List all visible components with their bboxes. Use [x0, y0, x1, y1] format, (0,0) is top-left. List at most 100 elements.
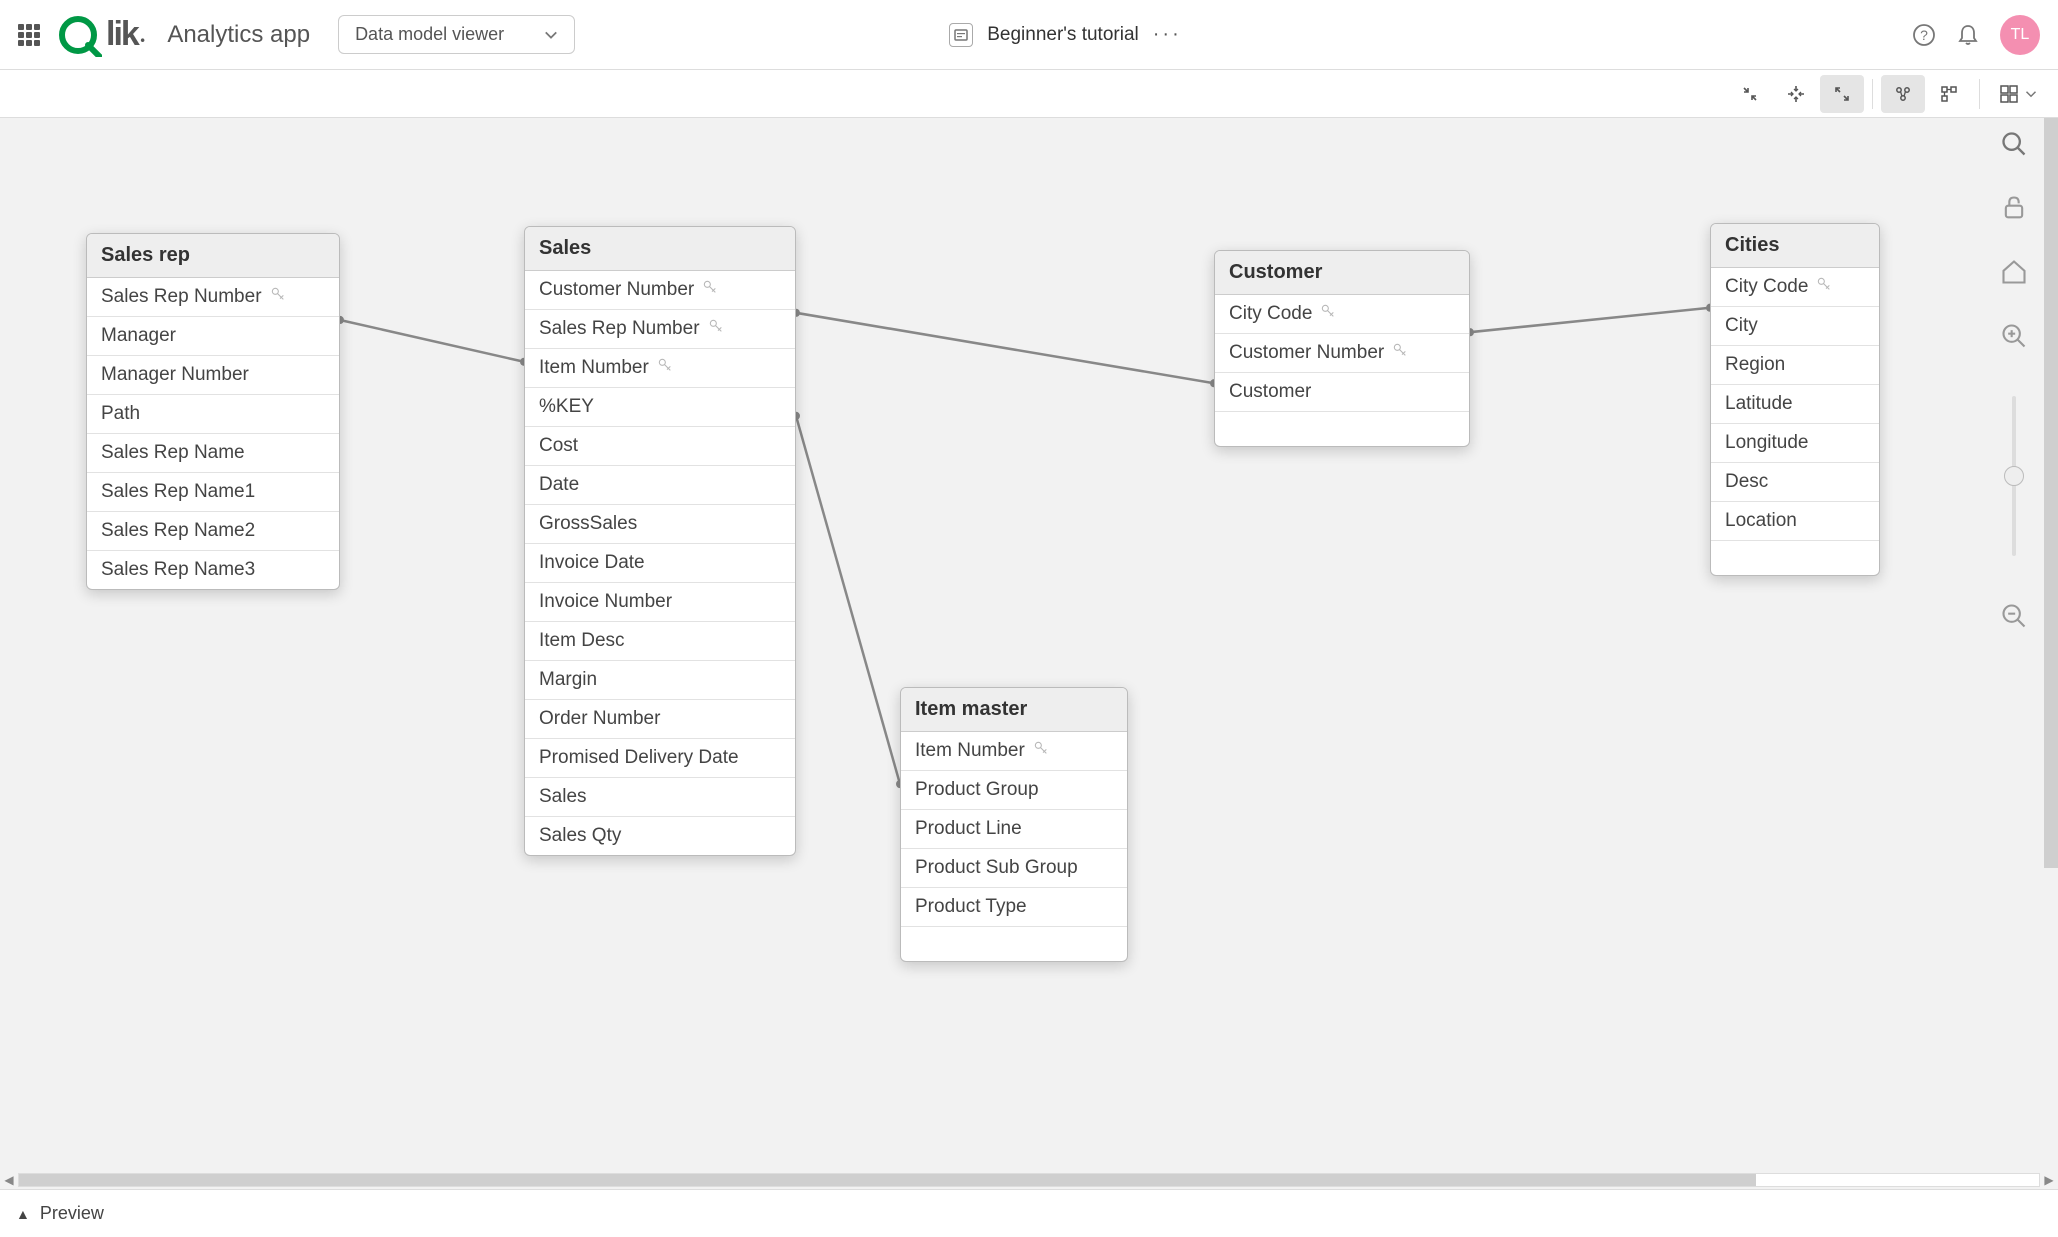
scroll-left-arrow[interactable]: ◀	[0, 1173, 18, 1187]
source-view-button[interactable]	[1927, 75, 1971, 113]
view-toolbar	[0, 70, 2058, 118]
association-edge[interactable]	[340, 320, 524, 362]
field-label: Sales Qty	[539, 825, 621, 847]
table-field[interactable]: Promised Delivery Date	[525, 739, 795, 778]
table-field[interactable]: Product Line	[901, 810, 1127, 849]
table-field[interactable]: City	[1711, 307, 1879, 346]
table-header[interactable]: Cities	[1711, 224, 1879, 268]
table-field[interactable]: Product Type	[901, 888, 1127, 927]
field-label: Cost	[539, 435, 578, 457]
search-icon[interactable]	[2000, 130, 2028, 158]
table-field[interactable]: Manager Number	[87, 356, 339, 395]
field-label: Region	[1725, 354, 1785, 376]
table-header[interactable]: Customer	[1215, 251, 1469, 295]
field-label: Date	[539, 474, 579, 496]
table-field[interactable]: Product Sub Group	[901, 849, 1127, 888]
table-sales-rep[interactable]: Sales repSales Rep Number Manager Manager …	[86, 233, 340, 590]
preview-toggle[interactable]: ▲ Preview	[0, 1189, 2058, 1237]
data-model-canvas[interactable]: Sales repSales Rep NumberManagerManager …	[0, 118, 2058, 1189]
key-icon	[708, 318, 724, 340]
table-field[interactable]: Sales	[525, 778, 795, 817]
sheet-icon[interactable]	[949, 23, 973, 47]
table-header[interactable]: Item master	[901, 688, 1127, 732]
table-field[interactable]: Date	[525, 466, 795, 505]
more-menu-icon[interactable]: ···	[1153, 23, 1182, 46]
table-field[interactable]: Manager	[87, 317, 339, 356]
field-spacer	[1215, 412, 1469, 446]
preview-label: Preview	[40, 1203, 104, 1224]
zoom-in-icon[interactable]	[2000, 322, 2028, 350]
table-field[interactable]: City Code	[1711, 268, 1879, 307]
field-label: Order Number	[539, 708, 660, 730]
home-icon[interactable]	[2000, 258, 2028, 286]
table-field[interactable]: Sales Qty	[525, 817, 795, 855]
table-field[interactable]: Invoice Number	[525, 583, 795, 622]
top-header: lik . Analytics app Data model viewer Be…	[0, 0, 2058, 70]
lock-layout-icon[interactable]	[2000, 194, 2028, 222]
table-field[interactable]: Item Desc	[525, 622, 795, 661]
key-icon	[1033, 740, 1049, 762]
table-field[interactable]: Longitude	[1711, 424, 1879, 463]
field-label: Manager	[101, 325, 176, 347]
table-header[interactable]: Sales rep	[87, 234, 339, 278]
zoom-slider[interactable]	[2012, 396, 2016, 556]
table-field[interactable]: Latitude	[1711, 385, 1879, 424]
bell-icon[interactable]	[1956, 23, 1980, 47]
table-field[interactable]: Sales Rep Name1	[87, 473, 339, 512]
table-field[interactable]: Sales Rep Name	[87, 434, 339, 473]
table-field[interactable]: Customer Number	[525, 271, 795, 310]
table-field[interactable]: Sales Rep Name2	[87, 512, 339, 551]
table-field[interactable]: Customer	[1215, 373, 1469, 412]
app-launcher-icon[interactable]	[18, 24, 40, 46]
table-field[interactable]: Order Number	[525, 700, 795, 739]
qlik-logo[interactable]: lik .	[58, 13, 143, 57]
zoom-slider-thumb[interactable]	[2004, 466, 2024, 486]
table-field[interactable]: Invoice Date	[525, 544, 795, 583]
expand-all-button[interactable]	[1820, 75, 1864, 113]
association-edge[interactable]	[796, 313, 1214, 383]
table-field[interactable]: Customer Number	[1215, 334, 1469, 373]
association-edge[interactable]	[796, 416, 900, 784]
table-field[interactable]: Margin	[525, 661, 795, 700]
table-field[interactable]: Item Number	[525, 349, 795, 388]
table-field[interactable]: Path	[87, 395, 339, 434]
table-field[interactable]: Cost	[525, 427, 795, 466]
key-icon	[1320, 303, 1336, 325]
vertical-scrollbar[interactable]	[2044, 118, 2058, 1189]
zoom-out-icon[interactable]	[2000, 602, 2028, 630]
table-field[interactable]: GrossSales	[525, 505, 795, 544]
field-label: Margin	[539, 669, 597, 691]
field-label: Desc	[1725, 471, 1768, 493]
table-field[interactable]: Sales Rep Number	[87, 278, 339, 317]
table-item-master[interactable]: Item masterItem NumberProduct GroupProdu…	[900, 687, 1128, 962]
field-label: Latitude	[1725, 393, 1793, 415]
table-field[interactable]: City Code	[1215, 295, 1469, 334]
field-spacer	[1711, 541, 1879, 575]
layout-menu-button[interactable]	[1988, 75, 2048, 113]
user-avatar[interactable]: TL	[2000, 15, 2040, 55]
view-selector-dropdown[interactable]: Data model viewer	[338, 15, 575, 54]
horizontal-scrollbar[interactable]: ◀ ▶	[0, 1171, 2058, 1189]
table-field[interactable]: %KEY	[525, 388, 795, 427]
field-label: Invoice Date	[539, 552, 645, 574]
table-field[interactable]: Sales Rep Number	[525, 310, 795, 349]
table-header[interactable]: Sales	[525, 227, 795, 271]
table-field[interactable]: Sales Rep Name3	[87, 551, 339, 589]
field-label: Sales Rep Name1	[101, 481, 255, 503]
table-field[interactable]: Product Group	[901, 771, 1127, 810]
table-field[interactable]: Location	[1711, 502, 1879, 541]
table-field[interactable]: Desc	[1711, 463, 1879, 502]
help-icon[interactable]: ?	[1912, 23, 1936, 47]
association-edge[interactable]	[1470, 308, 1710, 332]
table-sales[interactable]: SalesCustomer NumberSales Rep NumberItem…	[524, 226, 796, 856]
scroll-right-arrow[interactable]: ▶	[2040, 1173, 2058, 1187]
table-field[interactable]: Region	[1711, 346, 1879, 385]
key-icon	[702, 279, 718, 301]
table-cities[interactable]: CitiesCity CodeCity Region Latitude Longitu…	[1710, 223, 1880, 576]
reduce-button[interactable]	[1774, 75, 1818, 113]
field-label: Customer Number	[539, 279, 694, 301]
collapse-all-button[interactable]	[1728, 75, 1772, 113]
table-field[interactable]: Item Number	[901, 732, 1127, 771]
table-customer[interactable]: CustomerCity CodeCustomer NumberCustomer	[1214, 250, 1470, 447]
internal-view-button[interactable]	[1881, 75, 1925, 113]
